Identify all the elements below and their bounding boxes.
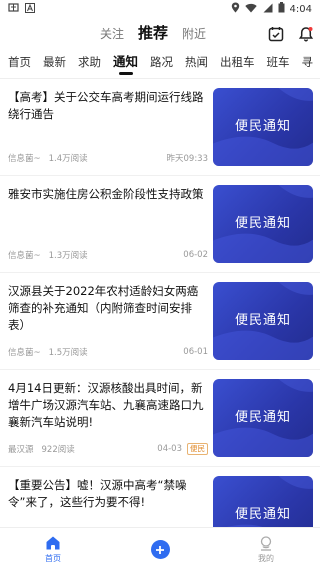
- category-home[interactable]: 首页: [8, 52, 31, 78]
- news-thumbnail: 便民通知: [213, 282, 313, 360]
- status-left: [8, 2, 35, 16]
- news-tag-badge: 便民: [187, 443, 208, 455]
- bell-icon[interactable]: [297, 25, 315, 43]
- news-title: 【重要公告】嘘！汉源中高考“禁噪令”来了，这些行为要不得!: [8, 478, 187, 509]
- news-time: 04-03: [157, 444, 182, 454]
- news-thumbnail: 便民通知: [213, 185, 313, 263]
- bottom-nav-me-label: 我的: [258, 554, 274, 563]
- battery-icon: [278, 2, 285, 16]
- home-icon: [45, 535, 61, 551]
- news-source: 信息菌~: [8, 348, 41, 358]
- category-traffic[interactable]: 路况: [150, 52, 173, 78]
- news-title: 汉源县关于2022年农村适龄妇女两癌筛查的补充通知（内附筛查时间安排表）: [8, 284, 199, 332]
- news-meta: 信息菌~ 1.3万阅读 06-02: [8, 249, 208, 261]
- top-header: 关注 推荐 附近: [0, 18, 320, 52]
- news-thumbnail: 便民通知: [213, 379, 313, 457]
- bottom-nav-home[interactable]: 首页: [23, 528, 83, 568]
- tab-nearby[interactable]: 附近: [182, 25, 206, 42]
- news-reads: 1.3万阅读: [48, 251, 88, 261]
- news-thumbnail: 便民通知: [213, 476, 313, 527]
- news-item[interactable]: 汉源县关于2022年农村适龄妇女两癌筛查的补充通知（内附筛查时间安排表） 信息菌…: [0, 273, 320, 370]
- category-latest[interactable]: 最新: [43, 52, 66, 78]
- category-search[interactable]: 寻: [302, 52, 314, 78]
- news-reads: 922阅读: [41, 445, 75, 455]
- news-title: 雅安市实施住房公积金阶段性支持政策: [8, 187, 204, 201]
- news-list: 【高考】关于公交车高考期间运行线路绕行通告 信息菌~ 1.4万阅读 昨天09:3…: [0, 79, 320, 527]
- bottom-nav-add[interactable]: [130, 528, 190, 568]
- news-time: 06-02: [183, 250, 208, 260]
- category-shuttle[interactable]: 班车: [267, 52, 290, 78]
- bottom-nav-home-label: 首页: [45, 554, 61, 563]
- news-reads: 1.5万阅读: [48, 348, 88, 358]
- news-item[interactable]: 【重要公告】嘘！汉源中高考“禁噪令”来了，这些行为要不得! 便民通知: [0, 467, 320, 527]
- category-notice[interactable]: 通知: [113, 52, 138, 78]
- category-nav: 首页 最新 求助 通知 路况 热闻 出租车 班车 寻: [0, 52, 320, 78]
- signal-icon: [262, 3, 273, 16]
- thumbnail-label: 便民通知: [234, 410, 291, 425]
- status-right: 4:04: [231, 2, 312, 16]
- app-notification-icon: [8, 2, 19, 16]
- category-taxi[interactable]: 出租车: [220, 52, 255, 78]
- news-item[interactable]: 雅安市实施住房公积金阶段性支持政策 信息菌~ 1.3万阅读 06-02 便民通知: [0, 176, 320, 273]
- thumbnail-label: 便民通知: [234, 507, 291, 522]
- thumbnail-label: 便民通知: [234, 313, 291, 328]
- news-reads: 1.4万阅读: [48, 154, 88, 164]
- news-time: 昨天09:33: [166, 154, 209, 164]
- tab-recommend[interactable]: 推荐: [138, 22, 168, 43]
- status-time: 4:04: [289, 3, 312, 15]
- news-item[interactable]: 【高考】关于公交车高考期间运行线路绕行通告 信息菌~ 1.4万阅读 昨天09:3…: [0, 79, 320, 176]
- news-source: 最汉源: [8, 445, 34, 455]
- news-title: 4月14日更新：汉源核酸出具时间，新增牛广场汉源汽车站、九襄高速路口九襄新汽车站…: [8, 381, 204, 429]
- news-meta: 信息菌~ 1.4万阅读 昨天09:33: [8, 152, 208, 164]
- profile-icon: [258, 535, 274, 551]
- status-bar: 4:04: [0, 0, 320, 18]
- top-tabs: 关注 推荐 附近: [100, 22, 206, 43]
- news-item[interactable]: 4月14日更新：汉源核酸出具时间，新增牛广场汉源汽车站、九襄高速路口九襄新汽车站…: [0, 370, 320, 467]
- news-meta: 信息菌~ 1.5万阅读 06-01: [8, 346, 208, 358]
- thumbnail-label: 便民通知: [234, 216, 291, 231]
- news-source: 信息菌~: [8, 154, 41, 164]
- news-meta: 最汉源 922阅读 04-03 便民: [8, 443, 208, 455]
- letter-a-icon: [25, 2, 35, 16]
- wifi-icon: [244, 3, 257, 16]
- news-source: 信息菌~: [8, 251, 41, 261]
- location-icon: [231, 2, 240, 16]
- tab-follow[interactable]: 关注: [100, 25, 124, 42]
- news-title: 【高考】关于公交车高考期间运行线路绕行通告: [8, 90, 204, 121]
- add-post-button[interactable]: [150, 540, 170, 559]
- check-in-calendar-icon[interactable]: [267, 25, 285, 43]
- news-thumbnail: 便民通知: [213, 88, 313, 166]
- category-hot-news[interactable]: 热闻: [185, 52, 208, 78]
- thumbnail-label: 便民通知: [234, 119, 291, 134]
- bottom-nav-me[interactable]: 我的: [236, 528, 296, 568]
- news-time: 06-01: [183, 347, 208, 357]
- bottom-nav: 首页 我的: [0, 527, 320, 568]
- category-help[interactable]: 求助: [78, 52, 101, 78]
